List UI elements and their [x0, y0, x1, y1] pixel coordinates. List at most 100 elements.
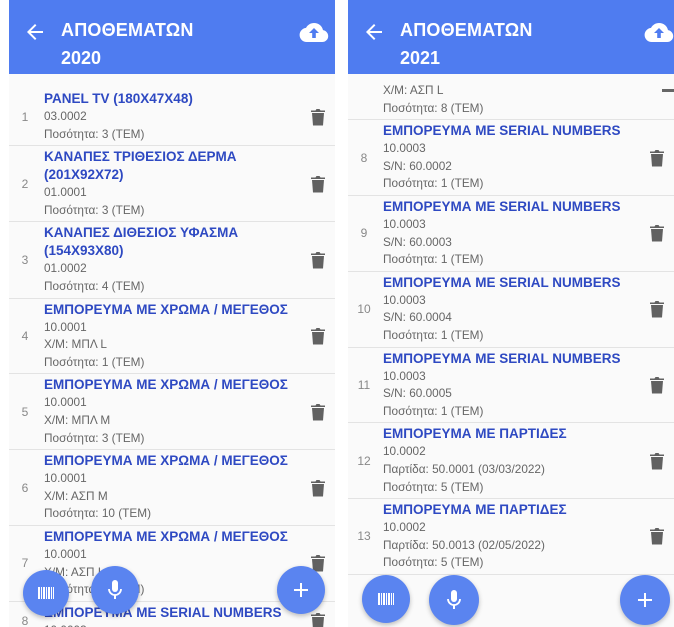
item-detail: 10.0002: [383, 520, 426, 535]
list-item[interactable]: 9 ΕΜΠΟΡΕΥΜΑ ΜΕ SERIAL NUMBERS 10.0003 S/N: …: [348, 196, 674, 272]
cloud-upload-icon[interactable]: [299, 20, 329, 44]
item-detail: Ποσότητα: 1 (ΤΕΜ): [383, 403, 484, 418]
row-number: 6: [21, 480, 29, 495]
add-button[interactable]: [277, 566, 325, 614]
list-item[interactable]: 1 PANEL TV (180X47X48) 03.0002 Ποσότητα: 3 …: [9, 88, 335, 147]
item-detail: 10.0001: [44, 395, 87, 410]
item-detail: 10.0003: [383, 141, 426, 156]
row-number: 7: [21, 556, 29, 571]
row-number: 13: [357, 529, 371, 544]
item-detail: Ποσότητα: 1 (ΤΕΜ): [383, 176, 484, 191]
item-detail: Ποσότητα: 1 (ΤΕΜ): [44, 582, 144, 597]
row-number: 11: [357, 377, 371, 392]
trash-icon[interactable]: [311, 108, 325, 126]
item-detail: Ποσότητα: 3 (ΤΕΜ): [44, 126, 145, 141]
item-detail: Χ/Μ: ΜΠΛ L: [44, 337, 107, 352]
item-detail: Ποσότητα: 5 (ΤΕΜ): [383, 479, 484, 494]
trash-icon[interactable]: [650, 224, 664, 242]
add-button[interactable]: [620, 575, 670, 625]
item-detail: 10.0001: [44, 471, 87, 486]
item-title: ΕΜΠΟΡΕΥΜΑ ΜΕ SERIAL NUMBERS: [383, 350, 621, 366]
trash-icon[interactable]: [311, 251, 325, 269]
row-number: 4: [21, 328, 29, 343]
item-detail: Ποσότητα: 5 (ΤΕΜ): [383, 555, 484, 570]
trash-icon[interactable]: [650, 527, 664, 545]
item-detail: Ποσότητα: 1 (ΤΕΜ): [383, 327, 484, 342]
list-item[interactable]: 4 ΕΜΠΟΡΕΥΜΑ ΜΕ ΧΡΩΜΑ / ΜΕΓΕΘΟΣ 10.0001 Χ/Μ:…: [9, 299, 335, 375]
item-detail: Ποσότητα: 1 (ΤΕΜ): [44, 354, 145, 369]
barcode-button[interactable]: [362, 575, 410, 623]
list-item[interactable]: 6 ΕΜΠΟΡΕΥΜΑ ΜΕ ΧΡΩΜΑ / ΜΕΓΕΘΟΣ 10.0001 Χ/Μ:…: [9, 450, 335, 526]
trash-icon[interactable]: [650, 149, 664, 167]
left-screen: ΑΠΟΘΕΜΑΤΩΝ 2020 1 PANEL TV (180X47X48) 03.…: [9, 0, 335, 627]
item-detail: Ποσότητα: 3 (ΤΕΜ): [44, 202, 145, 217]
item-detail: Παρτίδα: 50.0013 (02/05/2022): [383, 537, 545, 552]
item-detail: 10.0003: [383, 216, 426, 231]
item-title: ΕΜΠΟΡΕΥΜΑ ΜΕ ΠΑΡΤΙΔΕΣ: [383, 502, 567, 518]
list-item[interactable]: 2 ΚΑΝΑΠΕΣ ΤΡΙΘΕΣΙΟΣ ΔΕΡΜΑ (201Χ92Χ72) 01.0…: [9, 146, 335, 223]
item-detail: 10.0003: [383, 292, 426, 307]
plus-icon: [638, 593, 652, 607]
year-label: 2020: [61, 48, 102, 68]
trash-icon[interactable]: [311, 327, 325, 345]
item-title: ΕΜΠΟΡΕΥΜΑ ΜΕ SERIAL NUMBERS: [44, 604, 282, 620]
microphone-button[interactable]: [91, 566, 139, 614]
row-number: 8: [360, 150, 368, 165]
item-detail: 10.0003: [383, 368, 426, 383]
item-detail: S/N: 60.0002: [383, 158, 452, 173]
item-title: ΕΜΠΟΡΕΥΜΑ ΜΕ ΧΡΩΜΑ / ΜΕΓΕΘΟΣ: [44, 528, 288, 544]
item-detail: 10.0003: [44, 622, 295, 627]
item-detail: 10.0002: [383, 444, 426, 459]
app-header: ΑΠΟΘΕΜΑΤΩΝ 2021: [348, 0, 674, 74]
trash-icon[interactable]: [650, 300, 664, 318]
item-variant: Χ/Μ: ΑΣΠ L: [383, 83, 444, 97]
page-title: ΑΠΟΘΕΜΑΤΩΝ: [400, 20, 533, 40]
list-item[interactable]: 13 ΕΜΠΟΡΕΥΜΑ ΜΕ ΠΑΡΤΙΔΕΣ 10.0002 Παρτίδα: 5…: [348, 499, 674, 575]
list-item[interactable]: 11 ΕΜΠΟΡΕΥΜΑ ΜΕ SERIAL NUMBERS 10.0003 S/N:…: [348, 348, 674, 424]
barcode-icon: [378, 593, 394, 605]
arrow-left-icon[interactable]: [362, 20, 386, 44]
trash-icon[interactable]: [650, 376, 664, 394]
item-detail: S/N: 60.0005: [383, 386, 452, 401]
row-number: 9: [360, 226, 368, 241]
trash-icon[interactable]: [311, 403, 325, 421]
list-item[interactable]: 10 ΕΜΠΟΡΕΥΜΑ ΜΕ SERIAL NUMBERS 10.0003 S/N:…: [348, 272, 674, 348]
item-detail: 10.0001: [44, 319, 87, 334]
trash-icon[interactable]: [662, 89, 674, 92]
row-number: 3: [21, 252, 29, 267]
cloud-upload-icon[interactable]: [644, 20, 674, 44]
item-title: ΕΜΠΟΡΕΥΜΑ ΜΕ SERIAL NUMBERS: [383, 198, 621, 214]
row-number: 5: [21, 404, 29, 419]
item-title: ΕΜΠΟΡΕΥΜΑ ΜΕ SERIAL NUMBERS: [383, 123, 621, 139]
page-title: ΑΠΟΘΕΜΑΤΩΝ: [61, 20, 194, 40]
item-detail: Παρτίδα: 50.0001 (03/03/2022): [383, 461, 545, 476]
list-item[interactable]: 12 ΕΜΠΟΡΕΥΜΑ ΜΕ ΠΑΡΤΙΔΕΣ 10.0002 Παρτίδα: 5…: [348, 423, 674, 500]
microphone-button[interactable]: [429, 575, 479, 625]
item-detail: Χ/Μ: ΜΠΛ M: [44, 412, 111, 427]
row-number: 12: [357, 453, 371, 468]
item-detail: 01.0002: [44, 261, 87, 276]
item-detail: 01.0001: [44, 185, 87, 200]
item-title: ΕΜΠΟΡΕΥΜΑ ΜΕ ΧΡΩΜΑ / ΜΕΓΕΘΟΣ: [44, 301, 288, 317]
item-title: PANEL TV (180X47X48): [44, 91, 193, 106]
barcode-button[interactable]: [23, 570, 69, 616]
item-title: ΕΜΠΟΡΕΥΜΑ ΜΕ ΠΑΡΤΙΔΕΣ: [383, 426, 567, 442]
list-item[interactable]: 8 ΕΜΠΟΡΕΥΜΑ ΜΕ SERIAL NUMBERS 10.0003 S/N: …: [348, 120, 674, 196]
item-title: ΕΜΠΟΡΕΥΜΑ ΜΕ ΧΡΩΜΑ / ΜΕΓΕΘΟΣ: [44, 377, 288, 393]
item-detail: Χ/Μ: ΑΣΠ M: [44, 488, 108, 503]
trash-icon[interactable]: [311, 175, 325, 193]
plus-icon: [294, 583, 308, 597]
list-item[interactable]: 3 ΚΑΝΑΠΕΣ ΔΙΘΕΣΙΟΣ ΥΦΑΣΜΑ (154Χ93Χ80) 01.0…: [9, 222, 335, 299]
item-title: ΕΜΠΟΡΕΥΜΑ ΜΕ SERIAL NUMBERS: [383, 274, 621, 290]
trash-icon[interactable]: [311, 479, 325, 497]
item-title: ΕΜΠΟΡΕΥΜΑ ΜΕ ΧΡΩΜΑ / ΜΕΓΕΘΟΣ: [44, 453, 288, 469]
item-detail: S/N: 60.0003: [383, 234, 452, 249]
list-item[interactable]: Χ/Μ: ΑΣΠ L Ποσότητα: 8 (ΤΕΜ): [348, 82, 674, 121]
arrow-left-icon[interactable]: [23, 20, 47, 44]
list-item[interactable]: 5 ΕΜΠΟΡΕΥΜΑ ΜΕ ΧΡΩΜΑ / ΜΕΓΕΘΟΣ 10.0001 Χ/Μ:…: [9, 374, 335, 451]
item-detail: 03.0002: [44, 109, 87, 123]
item-title: ΚΑΝΑΠΕΣ ΤΡΙΘΕΣΙΟΣ ΔΕΡΜΑ (201Χ92Χ72): [44, 149, 237, 183]
row-number: 8: [21, 614, 29, 627]
trash-icon[interactable]: [311, 612, 325, 627]
trash-icon[interactable]: [650, 452, 664, 470]
